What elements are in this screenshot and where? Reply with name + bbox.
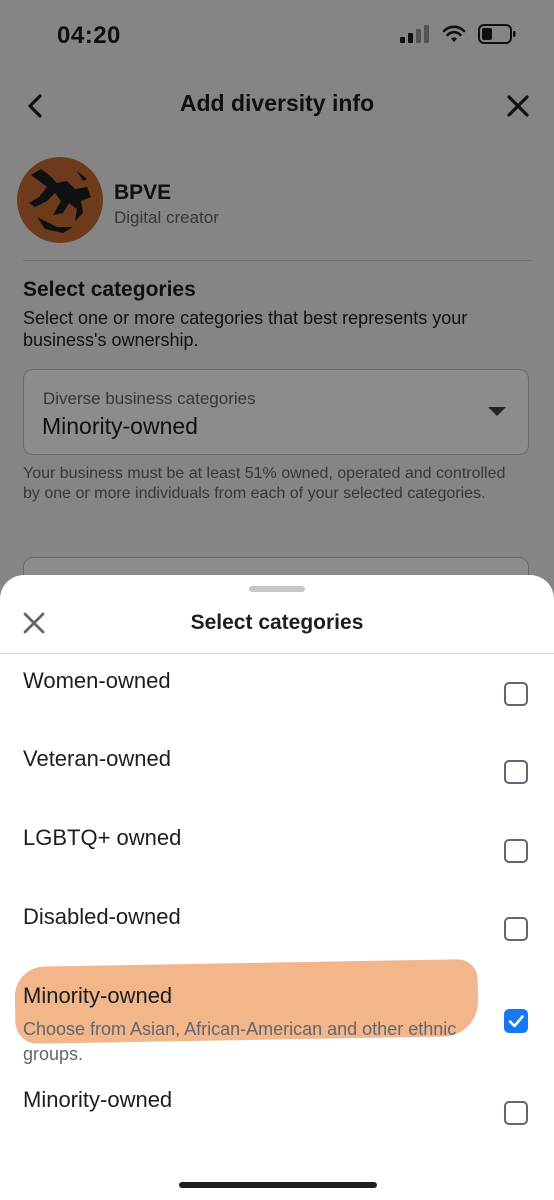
checkbox[interactable]	[504, 1101, 528, 1125]
checkbox-checked[interactable]	[504, 1009, 528, 1033]
checkbox[interactable]	[504, 760, 528, 784]
home-indicator	[179, 1182, 377, 1188]
option-label: Minority-owned	[23, 1087, 173, 1112]
option-label: LGBTQ+ owned	[23, 825, 182, 850]
checkbox[interactable]	[504, 839, 528, 863]
option-label: Minority-owned	[23, 983, 173, 1008]
option-label: Disabled-owned	[23, 904, 181, 929]
sheet-grabber[interactable]	[249, 586, 305, 592]
sheet-title: Select categories	[190, 611, 364, 634]
checkbox[interactable]	[504, 917, 528, 941]
checkbox[interactable]	[504, 682, 528, 706]
divider	[0, 653, 554, 654]
option-label: Veteran-owned	[23, 746, 171, 771]
option-sublabel: Choose from Asian, African-American and …	[23, 1019, 457, 1064]
option-label: Women-owned	[23, 668, 171, 693]
checkmark-icon	[508, 1015, 524, 1028]
